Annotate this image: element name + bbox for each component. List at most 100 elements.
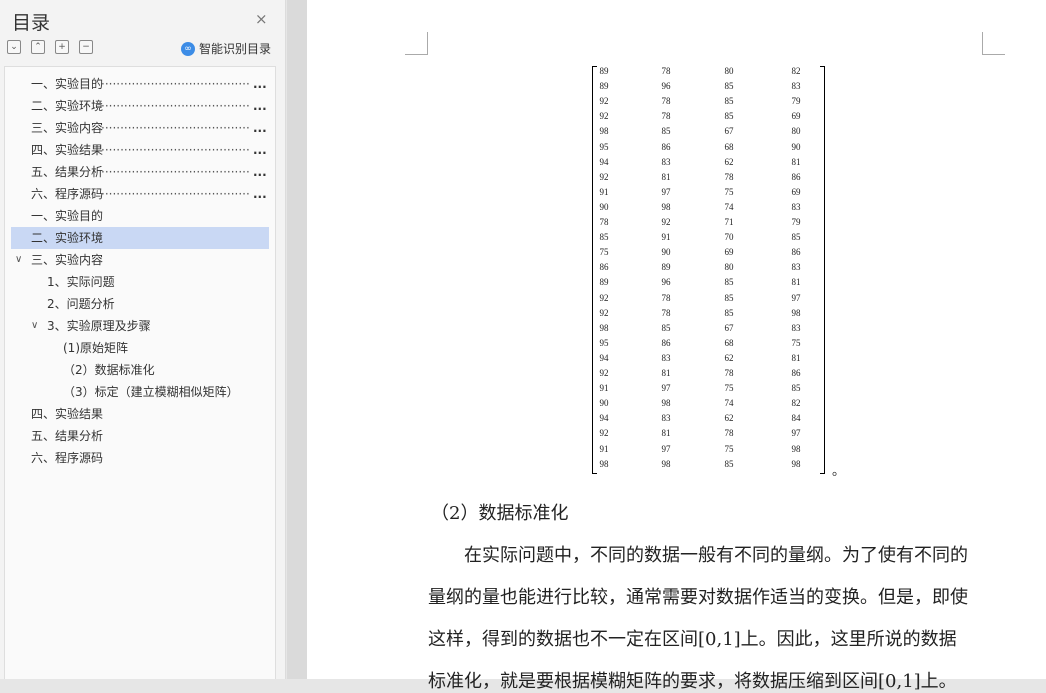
expand-all-icon[interactable]: ⌃	[31, 40, 45, 54]
matrix-cell: 89	[599, 66, 609, 76]
matrix-cell: 91	[599, 443, 609, 454]
toc-item[interactable]: 五、结果分析	[11, 425, 269, 447]
matrix-row: 91 97 75 69	[592, 187, 825, 202]
toc-item-label: 四、实验结果	[31, 143, 104, 157]
toc-item-label: 六、程序源码	[31, 451, 104, 465]
matrix-row: 91 97 75 98	[592, 444, 825, 459]
matrix-cell: 85	[791, 232, 801, 243]
matrix-row: 92 78 85 69	[592, 111, 825, 126]
toc-leader-dots: ········································…	[101, 165, 251, 179]
section-heading: （2）数据标准化	[431, 503, 569, 524]
toc-item-label: 三、实验内容	[31, 121, 104, 135]
matrix-row: 89 78 80 82	[592, 66, 825, 81]
smart-toc-label: 智能识别目录	[199, 42, 272, 56]
matrix-row: 89 96 85 83	[592, 81, 825, 96]
matrix-cell: 81	[661, 171, 671, 182]
matrix-cell: 92	[599, 111, 609, 122]
toc-item[interactable]: 三、实验内容 ··································…	[11, 117, 269, 139]
matrix-cell: 92	[599, 307, 609, 318]
smart-recognize-icon: ∞	[181, 41, 195, 56]
toc-item[interactable]: 六、程序源码	[11, 447, 269, 469]
smart-toc-button[interactable]: ∞ 智能识别目录	[181, 40, 271, 57]
paragraph-line: 这样，得到的数据也不一定在区间[0,1]上。因此，这里所说的数据	[428, 629, 957, 650]
matrix-cell: 83	[791, 322, 801, 333]
crop-mark-top-left	[405, 32, 428, 55]
matrix-cell: 89	[599, 277, 609, 288]
matrix-row: 78 92 71 79	[592, 217, 825, 232]
matrix-cell: 78	[661, 307, 671, 318]
toc-leader-dots: ········································…	[101, 99, 251, 113]
toc-item[interactable]: ∨ 3、实验原理及步骤	[11, 315, 269, 337]
matrix-cell: 98	[599, 322, 609, 333]
matrix-cell: 92	[599, 428, 609, 439]
matrix-cell: 81	[661, 368, 671, 378]
matrix-cell: 74	[724, 398, 734, 409]
toc-item[interactable]: (1)原始矩阵	[11, 337, 269, 359]
matrix-cell: 95	[599, 141, 609, 152]
toc-item[interactable]: 四、实验结果 ··································…	[11, 139, 269, 161]
matrix-cell: 97	[661, 443, 671, 454]
matrix-row: 92 78 85 79	[592, 96, 825, 111]
matrix-cell: 89	[599, 81, 609, 92]
toc-item[interactable]: 一、实验目的 ··································…	[11, 73, 269, 95]
matrix-cell: 67	[724, 322, 734, 333]
matrix-cell: 75	[724, 186, 734, 197]
matrix-cell: 83	[661, 413, 671, 424]
matrix-row: 94 83 62 81	[592, 353, 825, 368]
matrix-cell: 96	[661, 277, 671, 288]
matrix-cell: 83	[661, 156, 671, 167]
matrix-cell: 82	[791, 398, 801, 409]
matrix-cell: 89	[661, 262, 671, 273]
toc-item[interactable]: 一、实验目的	[11, 205, 269, 227]
matrix-row: 94 83 62 81	[592, 157, 825, 172]
toc-page-ellipsis: ...	[253, 77, 267, 91]
toc-item[interactable]: （2）数据标准化	[11, 359, 269, 381]
matrix-row: 94 83 62 84	[592, 413, 825, 428]
paragraph-line: 在实际问题中，不同的数据一般有不同的量纲。为了使有不同的	[428, 545, 968, 566]
matrix-row: 98 85 67 80	[592, 126, 825, 141]
matrix-row: 75 90 69 86	[592, 247, 825, 262]
matrix-cell: 83	[791, 201, 801, 212]
toc-item[interactable]: （3）标定（建立模糊相似矩阵）	[11, 381, 269, 403]
collapse-all-icon[interactable]: ⌄	[7, 40, 21, 54]
crop-mark-top-right	[982, 32, 1005, 55]
toc-item[interactable]: 二、实验环境 ··································…	[11, 95, 269, 117]
chevron-down-icon[interactable]: ∨	[31, 315, 38, 337]
toc-item-label: 四、实验结果	[31, 407, 104, 421]
toc-item[interactable]: 五、结果分析 ··································…	[11, 161, 269, 183]
toc-item[interactable]: 二、实验环境	[11, 227, 269, 249]
document-gutter	[287, 0, 307, 679]
matrix-cell: 79	[791, 217, 801, 227]
toc-item[interactable]: 六、程序源码 ··································…	[11, 183, 269, 205]
matrix-cell: 90	[661, 247, 671, 258]
document-page[interactable]: 89 78 80 82 89 96 85 83 92 78 85 79 92 78 85 69 98 85 67 80…	[307, 0, 1046, 692]
toc-item-label: 二、实验环境	[31, 231, 104, 245]
toc-item[interactable]: 2、问题分析	[11, 293, 269, 315]
matrix-cell: 81	[791, 156, 801, 167]
matrix-cell: 98	[599, 458, 609, 469]
toc-item[interactable]: 四、实验结果	[11, 403, 269, 425]
toc-page-ellipsis: ...	[253, 121, 267, 135]
matrix-cell: 83	[791, 81, 801, 92]
matrix-row: 95 86 68 90	[592, 142, 825, 157]
remove-level-icon[interactable]: −	[79, 40, 93, 54]
matrix-cell: 86	[599, 262, 609, 273]
matrix-cell: 90	[791, 141, 801, 152]
matrix-cell: 83	[791, 262, 801, 273]
close-icon[interactable]: ×	[255, 10, 268, 28]
matrix-cell: 92	[599, 292, 609, 303]
matrix-cell: 70	[724, 232, 734, 243]
toc-item[interactable]: 1、实际问题	[11, 271, 269, 293]
add-level-icon[interactable]: +	[55, 40, 69, 54]
matrix-cell: 85	[791, 383, 801, 394]
matrix-cell: 98	[661, 201, 671, 212]
chevron-down-icon[interactable]: ∨	[15, 249, 22, 271]
matrix-cell: 97	[661, 383, 671, 394]
toc-item-label: 一、实验目的	[31, 77, 104, 91]
matrix-cell: 85	[724, 292, 734, 303]
matrix-row: 92 78 85 97	[592, 293, 825, 308]
toc-leader-dots: ········································…	[101, 121, 251, 135]
toc-page-ellipsis: ...	[253, 143, 267, 157]
toc-item[interactable]: ∨ 三、实验内容	[11, 249, 269, 271]
matrix-cell: 94	[599, 156, 609, 167]
